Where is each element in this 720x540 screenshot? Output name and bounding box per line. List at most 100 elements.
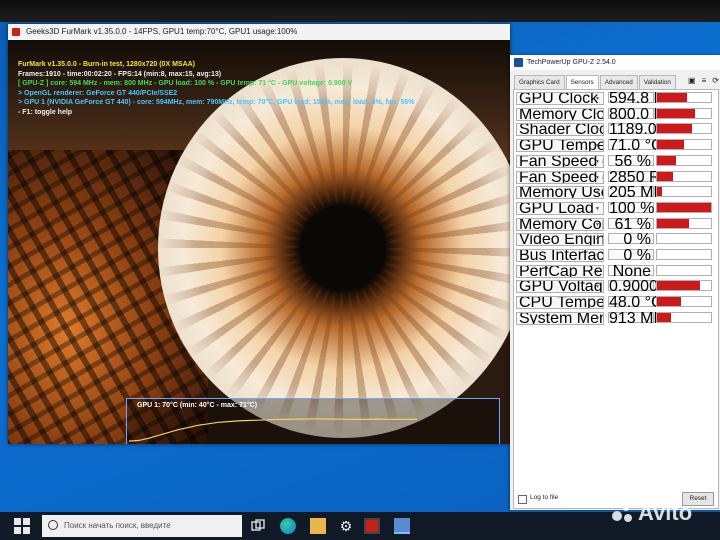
sensor-graph xyxy=(656,139,712,151)
gpuz-taskbar-icon[interactable] xyxy=(394,518,410,534)
sensor-graph xyxy=(656,123,712,135)
overlay-line: FurMark v1.35.0.0 - Burn-in test, 1280x7… xyxy=(18,61,196,68)
sensor-graph xyxy=(656,280,712,292)
sensor-row: System Memory Used▼ 913 MB xyxy=(514,310,714,326)
sensor-value: 0.9000 V xyxy=(608,278,674,296)
sensor-graph xyxy=(656,107,712,119)
sensor-label-dropdown[interactable]: Memory Controller Load▼ xyxy=(516,217,604,231)
sensor-label-dropdown[interactable]: GPU Temperature▼ xyxy=(516,139,604,153)
sensor-row: PerfCap Reason▼ None xyxy=(514,263,714,279)
furmark-window[interactable]: Geeks3D FurMark v1.35.0.0 - 14FPS, GPU1 … xyxy=(8,24,510,444)
windows-start-icon[interactable] xyxy=(14,518,30,534)
furmark-stats-overlay: FurMark v1.35.0.0 - Burn-in test, 1280x7… xyxy=(18,60,414,117)
sensor-value: 48.0 °C xyxy=(608,294,663,312)
taskbar-search-box[interactable]: Поиск начать поиск, введите xyxy=(42,515,242,537)
sensor-label-dropdown[interactable]: Shader Clock▼ xyxy=(516,123,604,137)
sensor-label: GPU Clock xyxy=(519,92,599,105)
sensor-graph xyxy=(656,296,712,308)
gpuz-app-icon xyxy=(514,58,523,67)
log-to-file-label: Log to file xyxy=(530,494,559,501)
sensor-label: Fan Speed (%) xyxy=(519,154,603,168)
refresh-icon[interactable]: ⟳ xyxy=(712,76,719,85)
sensor-graph xyxy=(656,249,712,260)
temp-graph-label: GPU 1: 70°C (min: 40°C - max: 71°C) xyxy=(137,402,258,409)
sensor-label-dropdown[interactable]: GPU Clock ▼ xyxy=(516,92,604,105)
sensor-label-dropdown[interactable]: System Memory Used▼ xyxy=(516,311,604,325)
overlay-line: > OpenGL renderer: GeForce GT 440/PCIe/S… xyxy=(18,89,178,97)
sensor-label-dropdown[interactable]: Bus Interface Load▼ xyxy=(516,249,604,262)
sensor-row: Shader Clock▼ 1189.0 MHz xyxy=(514,122,714,138)
dropdown-arrow-icon: ▼ xyxy=(595,300,600,307)
sensor-label-dropdown[interactable]: Memory Used▼ xyxy=(516,186,604,200)
sensor-value: 594.8 MHz xyxy=(608,90,687,107)
sensor-row: Video Engine Load▼ 0 % xyxy=(514,232,714,248)
sensor-row: Memory Controller Load▼ 61 % xyxy=(514,216,714,232)
sensor-label-dropdown[interactable]: Fan Speed (%)▼ xyxy=(516,154,604,168)
sensor-label: Shader Clock xyxy=(519,123,603,137)
sensor-label: Memory Controller Load xyxy=(519,217,603,231)
sensor-graph-fill xyxy=(657,155,676,165)
dropdown-arrow-icon: ▼ xyxy=(595,237,600,244)
sensor-graph-fill xyxy=(657,187,663,197)
menu-icon[interactable]: ≡ xyxy=(702,76,707,85)
sensor-label: Memory Used xyxy=(519,186,603,200)
sensor-label: Video Engine Load xyxy=(519,233,603,247)
sensor-graph-fill xyxy=(657,281,701,291)
dropdown-arrow-icon: ▼ xyxy=(595,315,600,322)
dropdown-arrow-icon: ▼ xyxy=(595,96,600,102)
dropdown-arrow-icon: ▼ xyxy=(595,221,600,228)
sensor-row: GPU Load ▼ 100 % xyxy=(514,200,714,216)
sensor-row: GPU Voltage ▼ 0.9000 V xyxy=(514,278,714,296)
dropdown-arrow-icon: ▼ xyxy=(595,268,600,275)
sensor-label: Memory Clock xyxy=(519,107,603,121)
task-view-icon[interactable] xyxy=(250,518,266,534)
dropdown-arrow-icon: ▼ xyxy=(595,127,600,134)
dropdown-arrow-icon: ▼ xyxy=(595,174,600,181)
sensor-label-dropdown[interactable]: Video Engine Load▼ xyxy=(516,233,604,247)
furmark-taskbar-icon[interactable] xyxy=(364,518,380,534)
avito-watermark: Avito xyxy=(612,500,692,526)
settings-icon[interactable]: ⚙ xyxy=(338,518,354,534)
sensor-value: 205 MB xyxy=(608,184,665,202)
search-icon xyxy=(48,520,58,530)
gpuz-titlebar[interactable]: TechPowerUp GPU-Z 2.54.0 xyxy=(510,55,720,70)
sensor-label-dropdown[interactable]: CPU Temperature▼ xyxy=(516,296,604,310)
sensor-graph-fill xyxy=(657,171,674,181)
sensor-label-dropdown[interactable]: Fan Speed (RPM)▼ xyxy=(516,170,604,184)
overlay-line: - F1: toggle help xyxy=(18,108,73,116)
sensor-value: 56 % xyxy=(608,153,654,169)
file-explorer-icon[interactable] xyxy=(310,518,326,534)
tab-graphics-card[interactable]: Graphics Card xyxy=(514,75,565,89)
sensor-graph xyxy=(656,264,712,276)
tab-advanced[interactable]: Advanced xyxy=(599,75,638,89)
camera-icon[interactable]: ▣ xyxy=(688,76,696,85)
sensor-row: Memory Clock▼ 800.0 MHz xyxy=(514,106,714,122)
sensor-graph-fill xyxy=(657,124,693,134)
sensor-label-dropdown[interactable]: Memory Clock▼ xyxy=(516,107,604,121)
furmark-render-canvas[interactable]: FurMark v1.35.0.0 - Burn-in test, 1280x7… xyxy=(8,40,510,444)
sensor-value: 2850 RPM xyxy=(608,168,685,186)
sensor-label: GPU Temperature xyxy=(519,139,604,153)
sensor-graph xyxy=(656,217,712,229)
dropdown-arrow-icon: ▼ xyxy=(595,284,600,291)
sensor-label-dropdown[interactable]: PerfCap Reason▼ xyxy=(516,264,604,278)
overlay-line: Frames:1910 - time:00:02:20 - FPS:14 (mi… xyxy=(18,70,222,78)
avito-watermark-text: Avito xyxy=(638,500,693,525)
sensor-value: None xyxy=(608,263,654,279)
tab-validation[interactable]: Validation xyxy=(638,75,676,89)
sensor-label-dropdown[interactable]: GPU Voltage ▼ xyxy=(516,280,604,294)
edge-icon[interactable] xyxy=(280,518,296,534)
sensor-graph-fill xyxy=(657,93,687,102)
overlay-line: [ GPU-Z ] core: 594 MHz - mem: 800 MHz -… xyxy=(18,80,353,87)
sensor-row: GPU Clock ▼ 594.8 MHz xyxy=(514,90,714,107)
log-to-file-checkbox[interactable] xyxy=(518,495,527,504)
tab-sensors[interactable]: Sensors xyxy=(565,75,599,89)
sensor-row: GPU Temperature▼ 71.0 °C xyxy=(514,138,714,154)
dropdown-arrow-icon: ▼ xyxy=(595,111,600,118)
sensor-row: Fan Speed (RPM)▼ 2850 RPM xyxy=(514,168,714,186)
furmark-titlebar[interactable]: Geeks3D FurMark v1.35.0.0 - 14FPS, GPU1 … xyxy=(8,24,510,40)
sensor-row: CPU Temperature▼ 48.0 °C xyxy=(514,294,714,312)
sensor-label: GPU Load xyxy=(519,201,594,215)
sensor-graph-fill xyxy=(657,108,695,118)
sensor-label-dropdown[interactable]: GPU Load ▼ xyxy=(516,201,604,215)
